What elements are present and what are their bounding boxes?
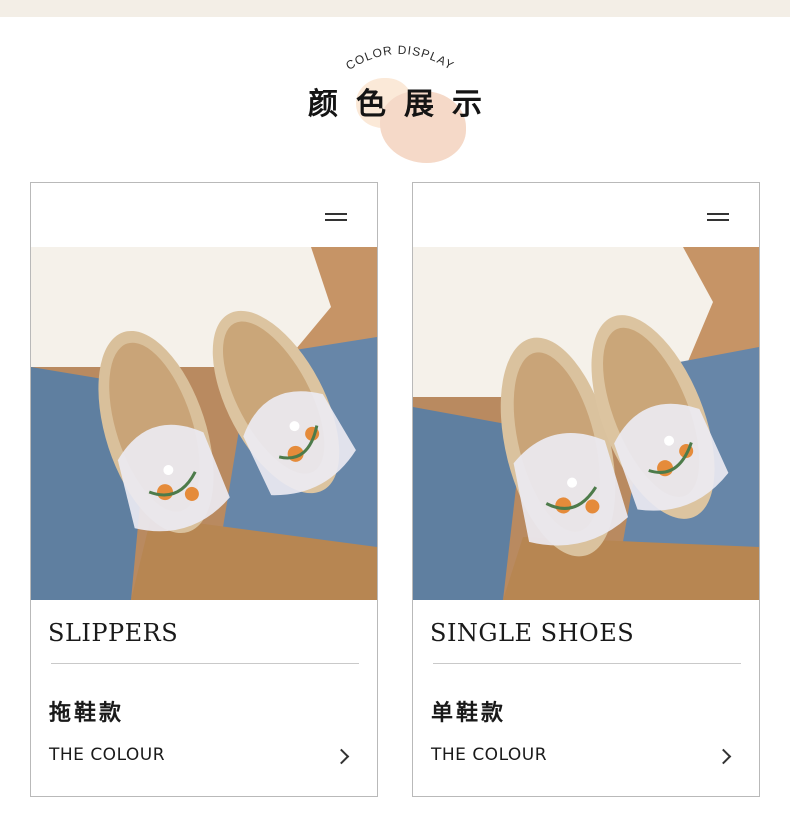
menu-icon[interactable]: [325, 213, 347, 221]
svg-text:COLOR DISPLAY: COLOR DISPLAY: [343, 43, 456, 73]
product-photo[interactable]: [413, 247, 759, 600]
product-card-slippers[interactable]: SLIPPERS 拖鞋款 THE COLOUR: [30, 182, 378, 797]
divider: [51, 663, 359, 664]
chevron-right-icon[interactable]: [715, 748, 732, 765]
top-band: [0, 0, 790, 17]
card-title-en: SLIPPERS: [48, 619, 179, 647]
card-title-cn: 单鞋款: [431, 701, 507, 726]
subtitle-arc: COLOR DISPLAY: [343, 43, 456, 73]
card-top-bar: [413, 183, 759, 247]
colour-link[interactable]: THE COLOUR: [49, 745, 165, 765]
section-header: COLOR DISPLAY 颜色展示: [0, 17, 790, 177]
subtitle-en: COLOR DISPLAY: [343, 43, 455, 73]
product-card-single-shoes[interactable]: SINGLE SHOES 单鞋款 THE COLOUR: [412, 182, 760, 797]
section-title: 颜色展示: [308, 87, 500, 122]
product-photo[interactable]: [31, 247, 377, 600]
card-title-cn: 拖鞋款: [49, 701, 125, 726]
card-title-en: SINGLE SHOES: [430, 619, 635, 647]
card-top-bar: [31, 183, 377, 247]
menu-icon[interactable]: [707, 213, 729, 221]
chevron-right-icon[interactable]: [333, 748, 350, 765]
colour-link[interactable]: THE COLOUR: [431, 745, 547, 765]
divider: [433, 663, 741, 664]
